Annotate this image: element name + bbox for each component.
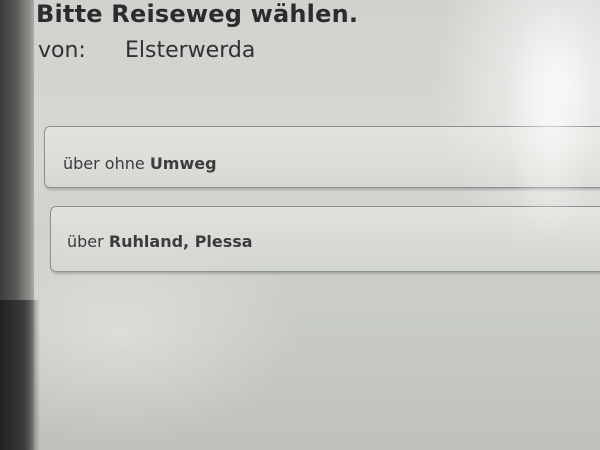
route-option-label: über Ruhland, Plessa — [67, 232, 253, 251]
ticket-machine-screen: Bitte Reiseweg wählen. von: Elsterwerda … — [0, 0, 600, 450]
route-option-emphasis: Ruhland, Plessa — [108, 232, 253, 251]
bezel-shadow — [0, 300, 40, 450]
page-title: Bitte Reiseweg wählen. — [36, 0, 359, 28]
route-option-emphasis: Umweg — [149, 154, 217, 173]
route-option-no-detour[interactable]: über ohne Umweg — [44, 126, 600, 188]
route-option-label: über ohne Umweg — [63, 154, 217, 173]
origin-row: von: Elsterwerda — [38, 38, 255, 63]
route-option-prefix: über — [67, 232, 104, 251]
origin-value: Elsterwerda — [125, 38, 256, 63]
route-option-ruhland-plessa[interactable]: über Ruhland, Plessa — [50, 206, 600, 272]
route-option-prefix: über ohne — [63, 154, 145, 173]
origin-label: von: — [38, 38, 86, 63]
